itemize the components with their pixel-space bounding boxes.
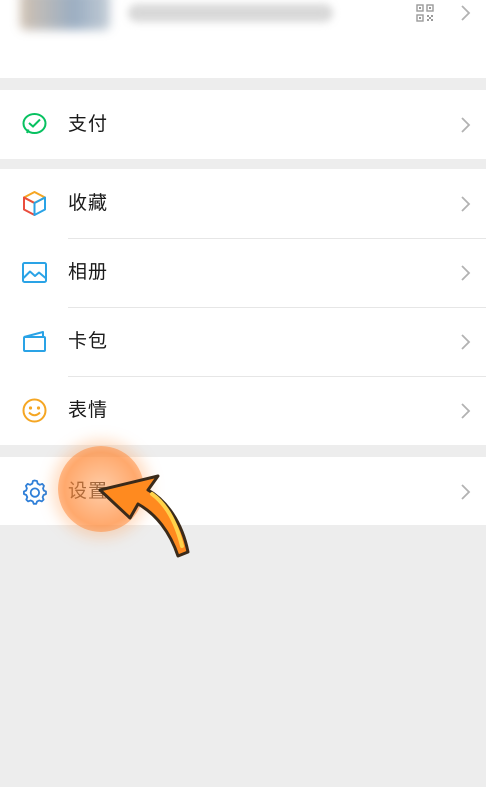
pointer-arrow-icon [98,474,190,558]
card-wallet-icon [23,331,46,352]
profile-name-blurred [128,4,333,22]
cube-icon [23,191,46,216]
profile-header[interactable] [0,0,486,78]
menu-item-cards[interactable]: 卡包 [0,307,486,376]
chevron-right-icon [461,484,471,500]
chevron-right-icon [461,265,471,281]
smiley-icon [22,398,47,423]
chevron-right-icon [461,196,471,212]
chevron-right-icon [461,334,471,350]
menu-item-pay[interactable]: 支付 [0,90,486,159]
chevron-right-icon [461,403,471,419]
pay-section: 支付 [0,90,486,159]
menu-item-stickers[interactable]: 表情 [0,376,486,445]
menu-item-label: 支付 [68,113,109,135]
qr-code-icon[interactable] [416,4,434,22]
chevron-right-icon [461,117,471,133]
menu-item-label: 相册 [68,261,109,283]
menu-item-label: 收藏 [68,192,109,214]
avatar[interactable] [20,0,110,30]
menu-item-favorites[interactable]: 收藏 [0,169,486,238]
chevron-right-icon [461,5,471,21]
wechat-pay-icon [22,113,47,134]
gear-icon [23,479,47,505]
me-page: 支付 收藏 相册 卡包 表情 [0,0,486,787]
menu-section-main: 收藏 相册 卡包 表情 [0,169,486,445]
menu-item-album[interactable]: 相册 [0,238,486,307]
menu-item-label: 卡包 [68,330,109,352]
photo-icon [22,262,47,283]
menu-item-label: 表情 [68,399,109,421]
